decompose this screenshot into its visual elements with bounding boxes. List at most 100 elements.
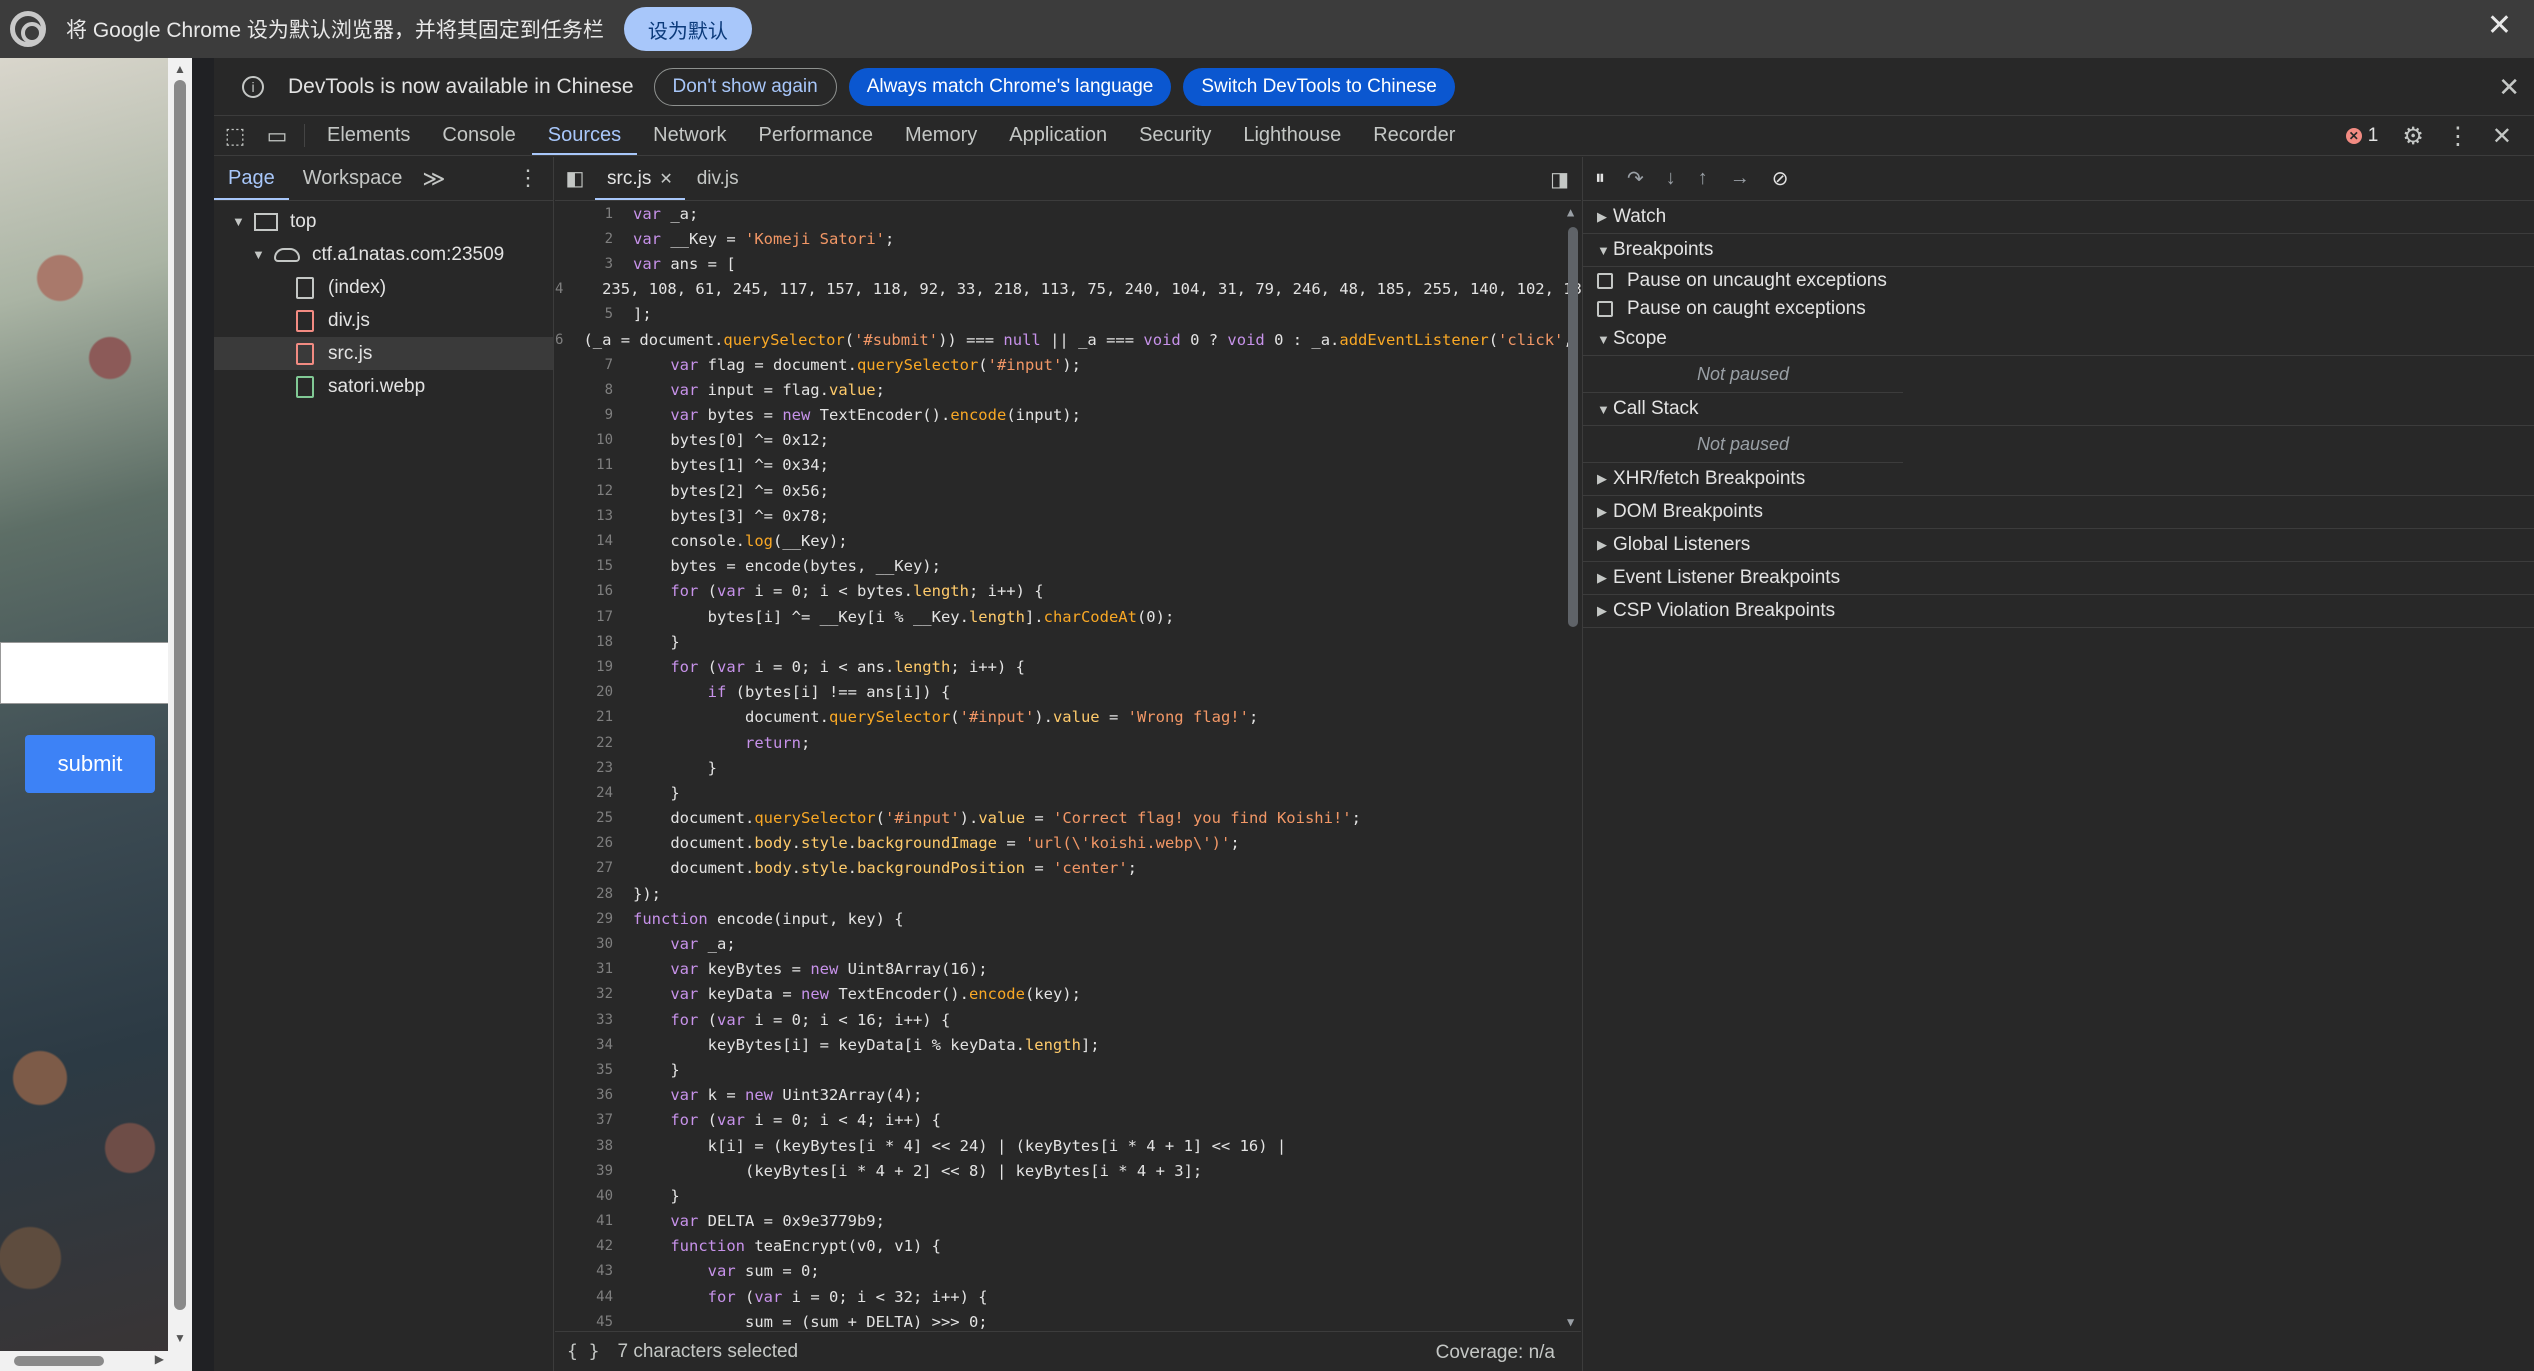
code-line[interactable]: 27 document.body.style.backgroundPositio… xyxy=(555,856,1581,881)
line-number[interactable]: 23 xyxy=(555,760,613,776)
line-number[interactable]: 15 xyxy=(555,558,613,574)
code-line[interactable]: 15 bytes = encode(bytes, __Key); xyxy=(555,554,1581,579)
line-number[interactable]: 14 xyxy=(555,533,613,549)
tree-item-top[interactable]: ▼ top xyxy=(214,205,553,238)
global-listeners-section[interactable]: ▶ Global Listeners xyxy=(1583,529,2534,562)
error-counter[interactable]: ✕ 1 xyxy=(2345,125,2378,147)
scope-section[interactable]: ▼ Scope xyxy=(1583,323,2534,356)
line-number[interactable]: 34 xyxy=(555,1037,613,1053)
close-tab-icon[interactable]: ✕ xyxy=(659,169,672,189)
code-line[interactable]: 4 235, 108, 61, 245, 117, 157, 118, 92, … xyxy=(555,277,1581,302)
code-line[interactable]: 3 var ans = [ xyxy=(555,251,1581,276)
pretty-print-icon[interactable]: { } xyxy=(567,1341,600,1362)
code-line[interactable]: 43 var sum = 0; xyxy=(555,1259,1581,1284)
line-number[interactable]: 33 xyxy=(555,1012,613,1028)
code-line[interactable]: 33 for (var i = 0; i < 16; i++) { xyxy=(555,1007,1581,1032)
call-stack-section[interactable]: ▼ Call Stack xyxy=(1583,393,2534,426)
line-number[interactable]: 21 xyxy=(555,709,613,725)
line-number[interactable]: 42 xyxy=(555,1238,613,1254)
pause-caught-checkbox[interactable]: Pause on caught exceptions xyxy=(1583,295,2534,323)
line-number[interactable]: 40 xyxy=(555,1188,613,1204)
code-line[interactable]: 6 (_a = document.querySelector('#submit')… xyxy=(555,327,1581,352)
code-line[interactable]: 42 function teaEncrypt(v0, v1) { xyxy=(555,1234,1581,1259)
deactivate-breakpoints-icon[interactable]: ⊘ xyxy=(1772,166,1789,191)
page-vertical-scrollbar[interactable]: ▲ ▼ xyxy=(168,58,192,1371)
line-number[interactable]: 18 xyxy=(555,634,613,650)
code-line[interactable]: 7 var flag = document.querySelector('#in… xyxy=(555,352,1581,377)
code-line[interactable]: 28}); xyxy=(555,881,1581,906)
line-number[interactable]: 9 xyxy=(555,407,613,423)
code-line[interactable]: 1 var _a; xyxy=(555,201,1581,226)
line-number[interactable]: 13 xyxy=(555,508,613,524)
line-number[interactable]: 41 xyxy=(555,1213,613,1229)
line-number[interactable]: 7 xyxy=(555,357,613,373)
code-line[interactable]: 41 var DELTA = 0x9e3779b9; xyxy=(555,1209,1581,1234)
pause-uncaught-checkbox[interactable]: Pause on uncaught exceptions xyxy=(1583,267,2534,295)
close-devtools-icon[interactable]: ✕ xyxy=(2492,122,2512,151)
expand-arrow-icon[interactable]: ▼ xyxy=(252,247,265,262)
tree-item-div-js[interactable]: div.js xyxy=(214,304,553,337)
code-line[interactable]: 22 return; xyxy=(555,730,1581,755)
code-line[interactable]: 9 var bytes = new TextEncoder().encode(i… xyxy=(555,403,1581,428)
always-match-language-button[interactable]: Always match Chrome's language xyxy=(848,67,1172,106)
line-number[interactable]: 11 xyxy=(555,457,613,473)
code-line[interactable]: 10 bytes[0] ^= 0x12; xyxy=(555,428,1581,453)
code-line[interactable]: 20 if (bytes[i] !== ans[i]) { xyxy=(555,680,1581,705)
code-line[interactable]: 19 for (var i = 0; i < ans.length; i++) … xyxy=(555,654,1581,679)
code-line[interactable]: 23 } xyxy=(555,755,1581,780)
line-number[interactable]: 27 xyxy=(555,860,613,876)
code-line[interactable]: 38 k[i] = (keyBytes[i * 4] << 24) | (key… xyxy=(555,1133,1581,1158)
line-number[interactable]: 31 xyxy=(555,961,613,977)
page-horizontal-scrollbar[interactable]: ▶ xyxy=(0,1351,168,1371)
code-line[interactable]: 40 } xyxy=(555,1183,1581,1208)
tab-elements[interactable]: Elements xyxy=(311,116,426,155)
line-number[interactable]: 30 xyxy=(555,936,613,952)
line-number[interactable]: 25 xyxy=(555,810,613,826)
line-number[interactable]: 5 xyxy=(555,306,613,322)
code-line[interactable]: 31 var keyBytes = new Uint8Array(16); xyxy=(555,957,1581,982)
line-number[interactable]: 35 xyxy=(555,1062,613,1078)
scroll-up-arrow-icon[interactable]: ▲ xyxy=(174,62,186,76)
set-default-button[interactable]: 设为默认 xyxy=(623,7,752,51)
code-line[interactable]: 36 var k = new Uint32Array(4); xyxy=(555,1083,1581,1108)
scroll-down-arrow-icon[interactable]: ▼ xyxy=(174,1331,186,1345)
device-toolbar-icon[interactable]: ▭ xyxy=(256,116,298,155)
code-line[interactable]: 34 keyBytes[i] = keyData[i % keyData.len… xyxy=(555,1032,1581,1057)
step-into-icon[interactable]: ↓ xyxy=(1666,167,1676,190)
tree-item-src-js[interactable]: src.js xyxy=(214,337,553,370)
line-number[interactable]: 2 xyxy=(555,231,613,247)
settings-gear-icon[interactable]: ⚙ xyxy=(2402,122,2424,151)
line-number[interactable]: 6 xyxy=(555,332,563,348)
coverage-status[interactable]: Coverage: n/a xyxy=(1436,1342,1555,1364)
code-line[interactable]: 2 var __Key = 'Komeji Satori'; xyxy=(555,226,1581,251)
editor-tab-div-js[interactable]: div.js xyxy=(685,157,751,200)
code-line[interactable]: 44 for (var i = 0; i < 32; i++) { xyxy=(555,1284,1581,1309)
tree-item-satori-webp[interactable]: satori.webp xyxy=(214,370,553,403)
line-number[interactable]: 1 xyxy=(555,206,613,222)
code-line[interactable]: 35 } xyxy=(555,1057,1581,1082)
tree-item-index[interactable]: (index) xyxy=(214,271,553,304)
infobar-close-icon[interactable]: ✕ xyxy=(2487,8,2512,43)
xhr-breakpoints-section[interactable]: ▶ XHR/fetch Breakpoints xyxy=(1583,463,2534,496)
more-tabs-icon[interactable]: ≫ xyxy=(416,157,451,200)
scroll-up-arrow-icon[interactable]: ▲ xyxy=(1567,205,1574,219)
code-line[interactable]: 39 (keyBytes[i * 4 + 2] << 8) | keyBytes… xyxy=(555,1158,1581,1183)
tab-lighthouse[interactable]: Lighthouse xyxy=(1227,116,1357,155)
dom-breakpoints-section[interactable]: ▶ DOM Breakpoints xyxy=(1583,496,2534,529)
switch-to-chinese-button[interactable]: Switch DevTools to Chinese xyxy=(1183,67,1455,106)
code-line[interactable]: 37 for (var i = 0; i < 4; i++) { xyxy=(555,1108,1581,1133)
tab-recorder[interactable]: Recorder xyxy=(1357,116,1471,155)
code-line[interactable]: 30 var _a; xyxy=(555,931,1581,956)
scroll-down-arrow-icon[interactable]: ▼ xyxy=(1567,1315,1574,1329)
code-line[interactable]: 25 document.querySelector('#input').valu… xyxy=(555,806,1581,831)
scroll-thumb[interactable] xyxy=(174,80,186,1310)
line-number[interactable]: 32 xyxy=(555,986,613,1002)
step-over-icon[interactable]: ↷ xyxy=(1627,166,1644,191)
code-line[interactable]: 5]; xyxy=(555,302,1581,327)
code-line[interactable]: 14 console.log(__Key); xyxy=(555,528,1581,553)
navigator-tab-workspace[interactable]: Workspace xyxy=(289,157,417,200)
line-number[interactable]: 19 xyxy=(555,659,613,675)
tab-memory[interactable]: Memory xyxy=(889,116,993,155)
scroll-right-arrow-icon[interactable]: ▶ xyxy=(155,1352,164,1366)
navigator-menu-icon[interactable]: ⋮ xyxy=(517,165,539,191)
